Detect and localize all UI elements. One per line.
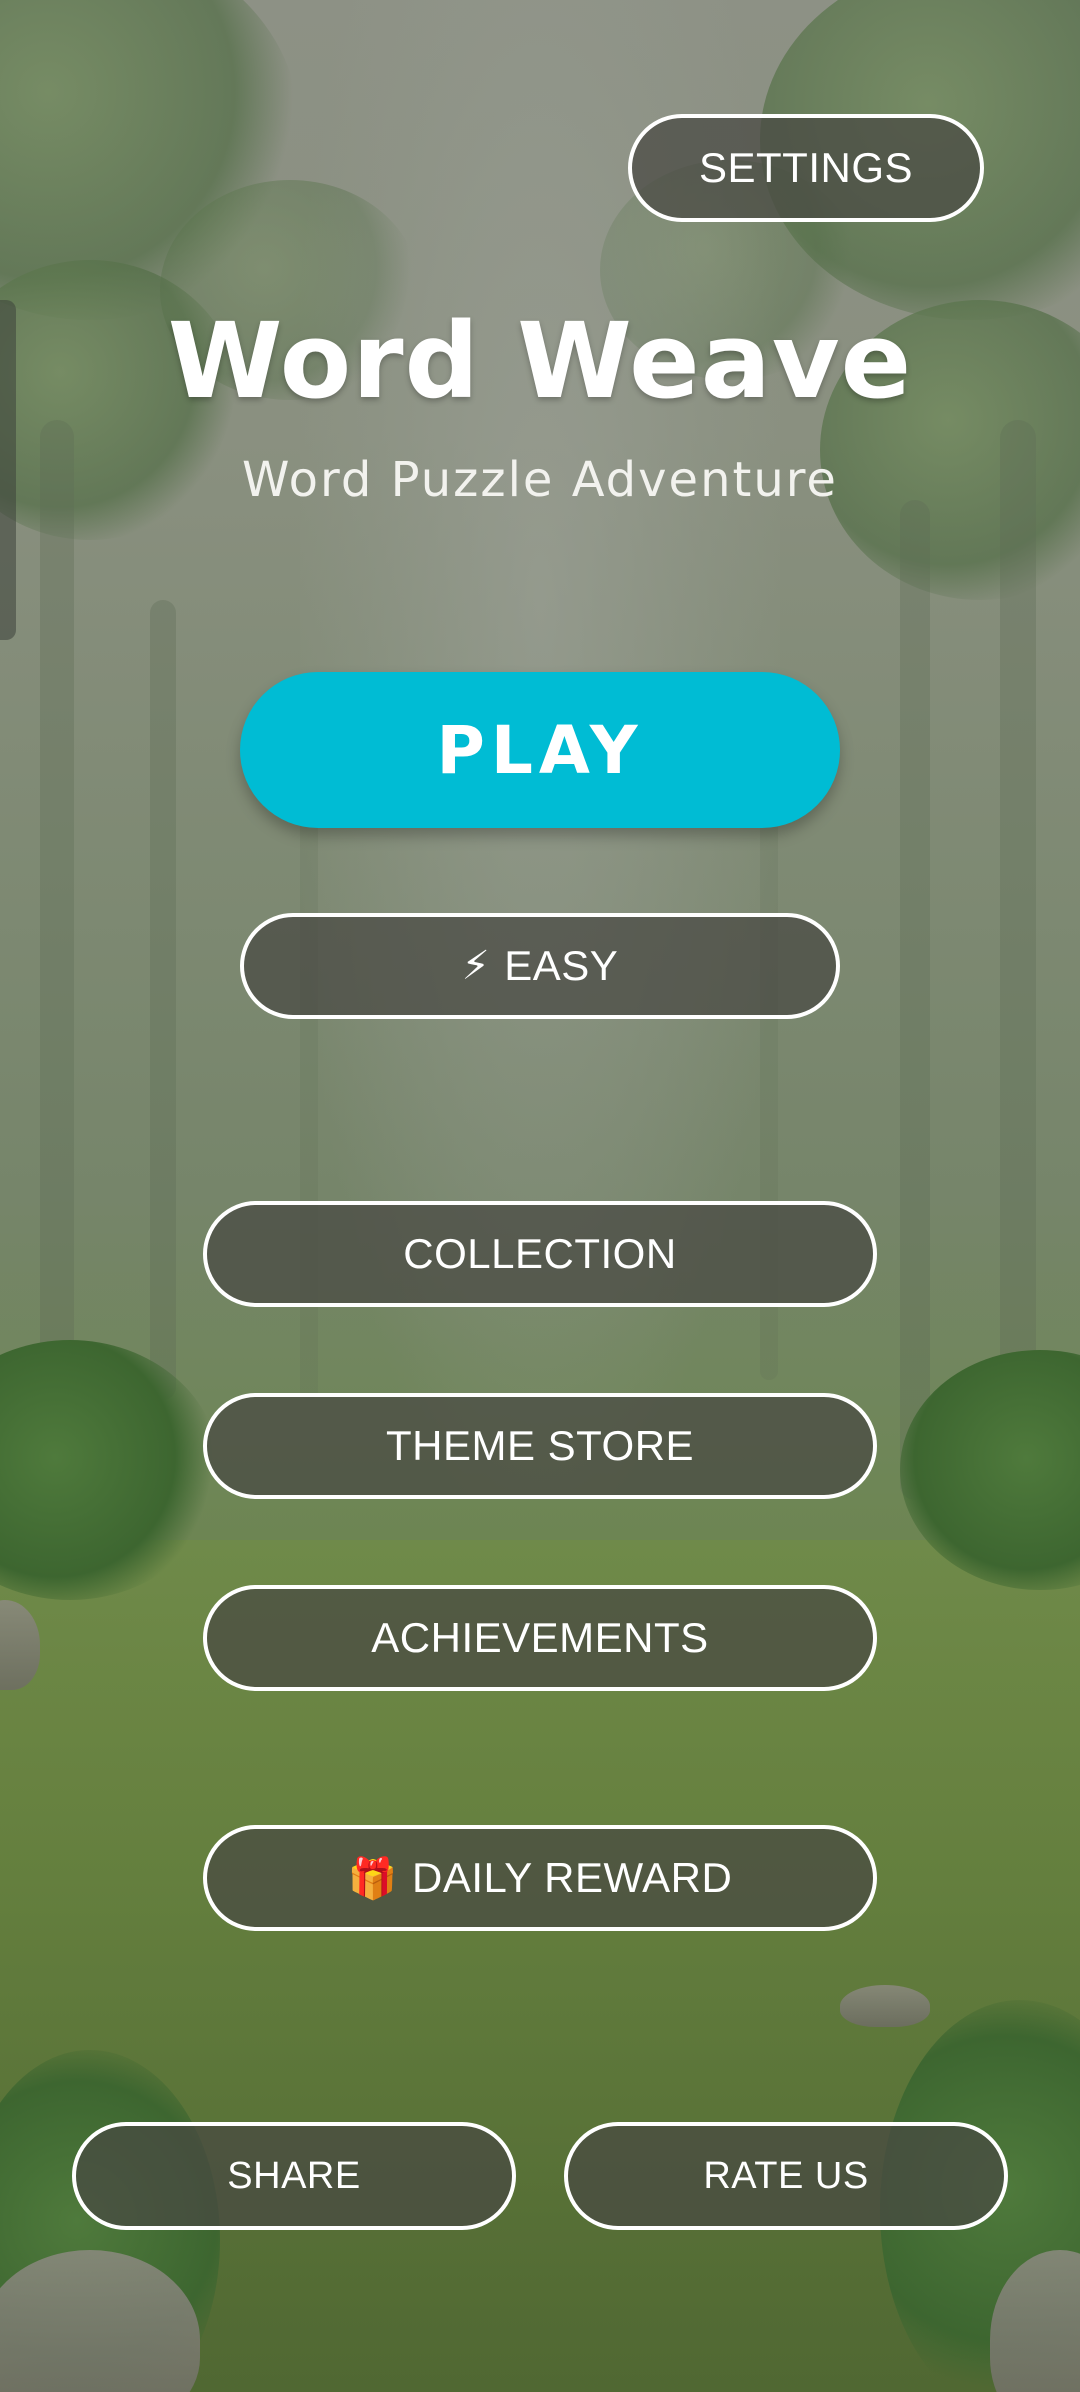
theme-store-button[interactable]: THEME STORE	[203, 1393, 877, 1499]
play-button[interactable]: PLAY	[240, 672, 840, 828]
daily-reward-button[interactable]: 🎁 DAILY REWARD	[203, 1825, 877, 1931]
achievements-button-label: ACHIEVEMENTS	[371, 1614, 709, 1661]
share-button[interactable]: SHARE	[72, 2122, 516, 2230]
difficulty-label: EASY	[504, 942, 619, 989]
theme-store-button-label: THEME STORE	[385, 1422, 695, 1469]
rate-us-button-label: RATE US	[703, 2154, 869, 2197]
daily-reward-label: DAILY REWARD	[412, 1854, 733, 1901]
share-button-label: SHARE	[227, 2154, 361, 2197]
collection-button[interactable]: COLLECTION	[203, 1201, 877, 1307]
lightning-icon: ⚡	[461, 943, 491, 989]
collection-button-label: COLLECTION	[403, 1230, 677, 1277]
rate-us-button[interactable]: RATE US	[564, 2122, 1008, 2230]
main-menu-screen: SETTINGS Word Weave Word Puzzle Adventur…	[0, 0, 1080, 2392]
achievements-button[interactable]: ACHIEVEMENTS	[203, 1585, 877, 1691]
play-button-label: PLAY	[436, 711, 644, 789]
settings-button-label: SETTINGS	[698, 144, 914, 191]
app-title: Word Weave	[167, 300, 913, 422]
gift-icon: 🎁	[347, 1855, 398, 1902]
settings-button[interactable]: SETTINGS	[628, 114, 984, 222]
app-subtitle: Word Puzzle Adventure	[242, 452, 838, 508]
difficulty-button[interactable]: ⚡ EASY	[240, 913, 840, 1019]
